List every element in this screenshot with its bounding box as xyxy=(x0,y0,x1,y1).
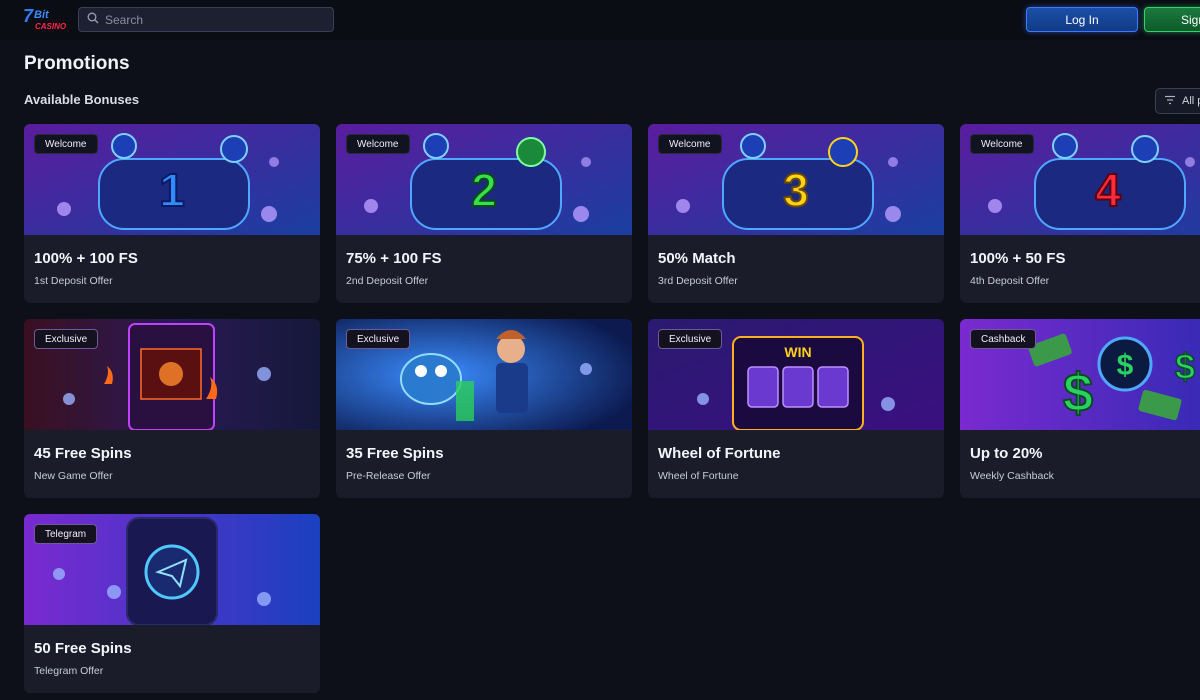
win-text: WIN xyxy=(784,344,811,360)
promo-card[interactable]: WIN Exclusive Wheel of Fortune Wheel of … xyxy=(648,319,944,498)
promo-card[interactable]: 4 Welcome 100% + 50 FS 4th Deposit Offer xyxy=(960,124,1200,303)
promo-card[interactable]: Telegram 50 Free Spins Telegram Offer xyxy=(24,514,320,693)
badge-welcome: Welcome xyxy=(970,134,1034,154)
svg-text:Bit: Bit xyxy=(34,9,50,21)
filter-button[interactable]: All p xyxy=(1155,88,1200,114)
search-icon xyxy=(87,11,99,29)
card-digit-3: 3 xyxy=(783,164,809,216)
card-subtitle: New Game Offer xyxy=(34,470,113,482)
search-box[interactable] xyxy=(78,7,334,32)
card-digit-1: 1 xyxy=(159,164,185,216)
promo-card[interactable]: 2 Welcome 75% + 100 FS 2nd Deposit Offer xyxy=(336,124,632,303)
card-title: 100% + 50 FS xyxy=(970,250,1066,267)
card-title: 50% Match xyxy=(658,250,736,267)
badge-exclusive: Exclusive xyxy=(346,329,411,349)
card-subtitle: 4th Deposit Offer xyxy=(970,275,1050,287)
card-digit-2: 2 xyxy=(471,164,497,216)
promo-card[interactable]: 1 Welcome 100% + 100 FS 1st Deposit Offe… xyxy=(24,124,320,303)
svg-text:CASINO: CASINO xyxy=(35,22,67,31)
promo-card[interactable]: 3 Welcome 50% Match 3rd Deposit Offer xyxy=(648,124,944,303)
login-button[interactable]: Log In xyxy=(1026,7,1138,32)
badge-exclusive: Exclusive xyxy=(34,329,99,349)
card-subtitle: Pre-Release Offer xyxy=(346,470,431,482)
card-subtitle: 3rd Deposit Offer xyxy=(658,275,738,287)
card-title: 50 Free Spins xyxy=(34,640,132,657)
search-input[interactable] xyxy=(105,12,325,27)
card-title: 45 Free Spins xyxy=(34,445,132,462)
card-title: 100% + 100 FS xyxy=(34,250,138,267)
card-subtitle: Weekly Cashback xyxy=(970,470,1054,482)
card-title: 35 Free Spins xyxy=(346,445,444,462)
badge-welcome: Welcome xyxy=(658,134,722,154)
badge-welcome: Welcome xyxy=(346,134,410,154)
promo-card[interactable]: Exclusive 35 Free Spins Pre-Release Offe… xyxy=(336,319,632,498)
promo-card[interactable]: Exclusive 45 Free Spins New Game Offer xyxy=(24,319,320,498)
section-title: Available Bonuses xyxy=(24,92,140,107)
svg-text:$: $ xyxy=(1175,346,1195,387)
page-title: Promotions xyxy=(24,53,130,74)
signup-button[interactable]: Sign xyxy=(1144,7,1200,32)
filter-label: All p xyxy=(1182,95,1200,107)
svg-text:$: $ xyxy=(1117,349,1134,382)
card-digit-4: 4 xyxy=(1095,164,1121,216)
card-title: Up to 20% xyxy=(970,445,1043,462)
card-subtitle: 1st Deposit Offer xyxy=(34,275,113,287)
badge-exclusive: Exclusive xyxy=(658,329,723,349)
svg-text:7: 7 xyxy=(23,6,34,26)
badge-cashback: Cashback xyxy=(970,329,1037,349)
card-title: 75% + 100 FS xyxy=(346,250,442,267)
card-subtitle: 2nd Deposit Offer xyxy=(346,275,429,287)
card-subtitle: Telegram Offer xyxy=(34,665,104,677)
card-subtitle: Wheel of Fortune xyxy=(658,470,739,482)
promo-card[interactable]: $ $ $ Cashback Up to 20% Weekly Cashback xyxy=(960,319,1200,498)
top-header: 7 Bit CASINO Log In Sign xyxy=(0,0,1200,40)
dollar-icon: $ xyxy=(1063,363,1093,423)
card-title: Wheel of Fortune xyxy=(658,445,781,462)
badge-welcome: Welcome xyxy=(34,134,98,154)
badge-telegram: Telegram xyxy=(34,524,98,544)
filter-icon xyxy=(1164,95,1176,108)
casino-logo[interactable]: 7 Bit CASINO xyxy=(23,5,69,33)
